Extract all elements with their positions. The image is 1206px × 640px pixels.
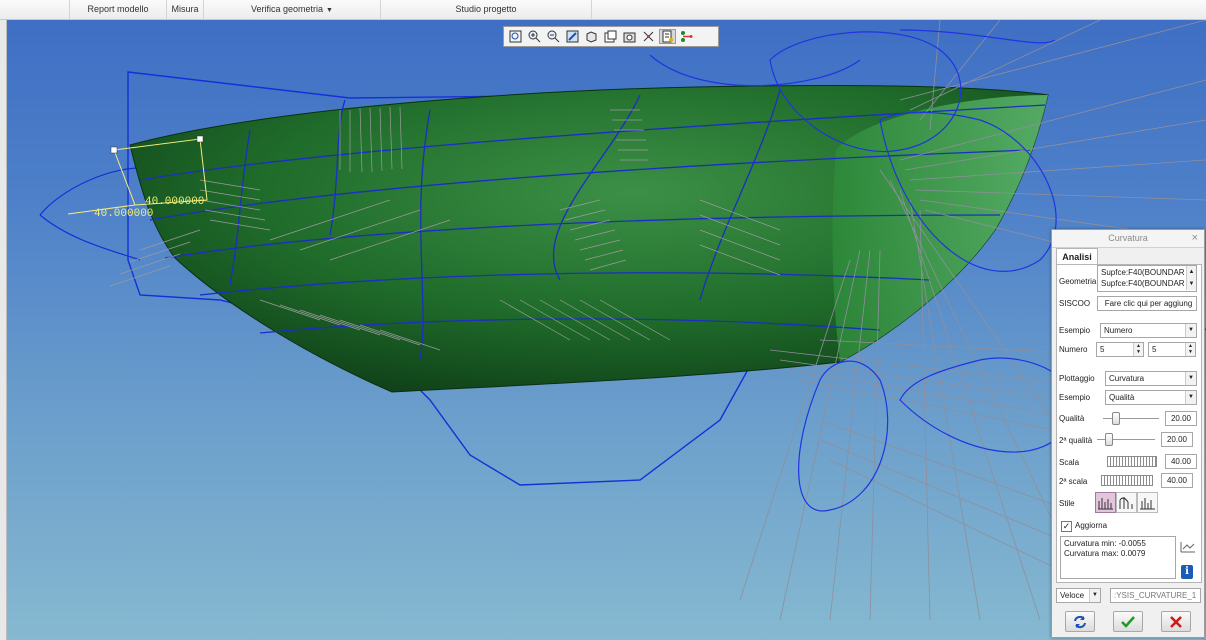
dialog-title: Curvatura	[1108, 233, 1148, 243]
menu-report-modello[interactable]: Report modello	[70, 0, 167, 19]
hull-bow-surface	[832, 95, 1048, 362]
close-x-icon	[1170, 615, 1182, 628]
cancel-button[interactable]	[1161, 611, 1191, 632]
curvature-min: Curvatura min: -0.0055	[1064, 539, 1146, 548]
model-scene[interactable]	[0, 20, 1206, 640]
left-edge-bar	[0, 20, 7, 640]
qualita-label: Qualità	[1059, 414, 1085, 423]
chevron-down-icon: ▼	[1089, 589, 1100, 602]
annotation-display-icon[interactable]	[659, 29, 676, 44]
qualita2-slider-thumb[interactable]	[1105, 433, 1113, 446]
comb-style-filled-icon[interactable]	[1095, 492, 1116, 513]
datum-display-icon[interactable]	[640, 29, 657, 44]
curvature-dialog: Curvatura × Analisi Geometria Supfce:F40…	[1051, 229, 1205, 638]
scroll-arrows-icon[interactable]: ▲ ▼	[1186, 266, 1196, 290]
repeat-analysis-button[interactable]	[1065, 611, 1095, 632]
spin-center-icon[interactable]	[678, 29, 695, 44]
plottaggio-label: Plottaggio	[1059, 374, 1095, 383]
scala-value[interactable]: 40.00	[1165, 454, 1197, 469]
list-item[interactable]: Supfce:F40(BOUNDAR	[1101, 267, 1196, 278]
repaint-icon[interactable]	[564, 29, 581, 44]
refresh-icon	[1074, 615, 1086, 628]
geometria-label: Geometria	[1059, 277, 1097, 286]
comb-style-lines-icon[interactable]	[1137, 492, 1158, 513]
display-style-icon[interactable]	[583, 29, 600, 44]
spinner-arrows-icon[interactable]: ▲ ▼	[1185, 343, 1195, 356]
aggiorna-label: Aggiorna	[1075, 521, 1108, 530]
numero-label: Numero	[1059, 345, 1088, 354]
tab-analisi[interactable]: Analisi	[1056, 248, 1098, 265]
drag-handle[interactable]	[110, 146, 118, 154]
menu-misura[interactable]: Misura	[167, 0, 204, 19]
esempio-select[interactable]: Numero ▼	[1100, 323, 1197, 338]
curvature-max: Curvatura max: 0.0079	[1064, 549, 1146, 558]
analysis-name-field[interactable]: :YSIS_CURVATURE_1	[1110, 588, 1201, 603]
stile-button-group	[1095, 492, 1161, 513]
dialog-titlebar[interactable]: Curvatura ×	[1052, 230, 1204, 248]
list-item[interactable]: Supfce:F40(BOUNDAR	[1101, 278, 1196, 289]
qualita-slider-thumb[interactable]	[1112, 412, 1120, 425]
view-manager-icon[interactable]	[621, 29, 638, 44]
analysis-panel: Geometria Supfce:F40(BOUNDAR Supfce:F40(…	[1056, 264, 1202, 583]
graphics-viewport[interactable]: 40.000000 40.000000	[0, 20, 1206, 640]
scala-ruler[interactable]	[1107, 456, 1157, 467]
chevron-down-icon: ▼	[1185, 372, 1196, 385]
graph-icon[interactable]	[1180, 541, 1196, 555]
siscoo-label: SISCOO	[1059, 299, 1091, 308]
close-icon[interactable]: ×	[1192, 230, 1198, 247]
scala-label: Scala	[1059, 458, 1080, 467]
qualita2-value[interactable]: 20.00	[1161, 432, 1193, 447]
plottaggio-select[interactable]: Curvatura ▼	[1105, 371, 1197, 386]
refit-icon[interactable]	[507, 29, 524, 44]
mode-select[interactable]: Veloce ▼	[1056, 588, 1101, 603]
dimension-label-upper[interactable]: 40.000000	[145, 196, 204, 208]
scala2-value[interactable]: 40.00	[1161, 473, 1193, 488]
dimension-label-lower[interactable]: 40.000000	[94, 208, 153, 220]
stile-label: Stile	[1059, 499, 1075, 508]
scala2-label: 2ª scala	[1059, 477, 1088, 486]
spinner-arrows-icon[interactable]: ▲ ▼	[1133, 343, 1143, 356]
curvature-curve	[39, 214, 141, 261]
comb-style-outline-icon[interactable]	[1116, 492, 1137, 513]
aggiorna-checkbox[interactable]: ✓	[1061, 521, 1072, 532]
checkmark-icon	[1121, 615, 1135, 628]
zoom-out-icon[interactable]	[545, 29, 562, 44]
chevron-down-icon: ▼	[326, 7, 333, 14]
zoom-in-icon[interactable]	[526, 29, 543, 44]
numero-u-stepper[interactable]: 5 ▲ ▼	[1096, 342, 1144, 357]
siscoo-collector[interactable]: Fare clic qui per aggiung	[1097, 296, 1197, 311]
esempio-label: Esempio	[1059, 326, 1091, 335]
menu-verifica-geometria[interactable]: Verifica geometria ▼	[204, 0, 381, 19]
saved-views-icon[interactable]	[602, 29, 619, 44]
chevron-down-icon: ▼	[1185, 391, 1196, 404]
esempio2-label: Esempio	[1059, 393, 1091, 402]
top-menu-bar: Report modello Misura Verifica geometria…	[0, 0, 1206, 20]
view-toolbar	[503, 26, 719, 47]
numero-v-stepper[interactable]: 5 ▲ ▼	[1148, 342, 1196, 357]
menu-item-blank	[0, 0, 70, 19]
chevron-down-icon: ▼	[1185, 324, 1196, 337]
drag-handle[interactable]	[196, 135, 204, 143]
info-icon[interactable]: i	[1181, 565, 1193, 579]
ok-button[interactable]	[1113, 611, 1143, 632]
scala2-ruler[interactable]	[1101, 475, 1153, 486]
curvature-results: Curvatura min: -0.0055 Curvatura max: 0.…	[1060, 536, 1176, 579]
qualita2-label: 2ª qualità	[1059, 436, 1093, 445]
menu-studio-progetto[interactable]: Studio progetto	[381, 0, 592, 19]
geometria-list[interactable]: Supfce:F40(BOUNDAR Supfce:F40(BOUNDAR ▲ ▼	[1097, 265, 1197, 292]
esempio2-select[interactable]: Qualità ▼	[1105, 390, 1197, 405]
qualita-value[interactable]: 20.00	[1165, 411, 1197, 426]
